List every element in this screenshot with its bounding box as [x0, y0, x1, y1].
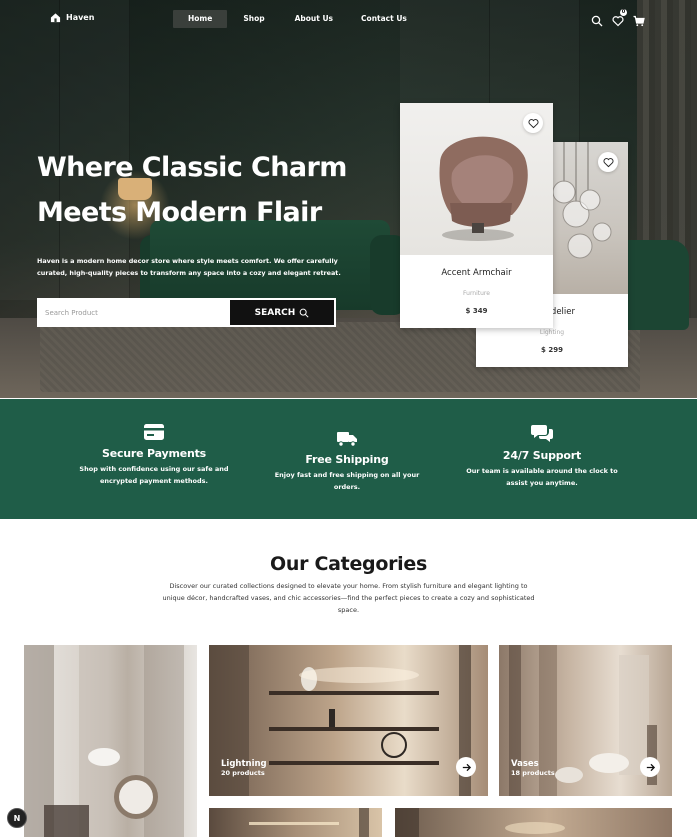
- product-price: $ 299: [541, 346, 563, 354]
- dev-tools-badge[interactable]: N: [7, 808, 27, 828]
- hero-title-line-1: Where Classic Charm: [37, 152, 347, 183]
- category-tile-accessories[interactable]: [24, 645, 197, 837]
- tile-count: 20 products: [221, 769, 265, 777]
- category-tile-furniture[interactable]: [209, 808, 382, 837]
- features-band: Secure Payments Shop with confidence usi…: [0, 399, 697, 519]
- heart-icon: [528, 118, 538, 128]
- nav-links: Home Shop About Us Contact Us: [173, 10, 419, 28]
- nav-link-home[interactable]: Home: [173, 10, 228, 28]
- nav-link-about[interactable]: About Us: [283, 10, 345, 28]
- nav-link-contact[interactable]: Contact Us: [349, 10, 419, 28]
- heart-icon: [603, 157, 613, 167]
- product-name: Accent Armchair: [441, 268, 512, 278]
- tile-label: Vases 18 products: [511, 759, 555, 777]
- feature-title: 24/7 Support: [502, 449, 582, 462]
- hero-title: Where Classic Charm Meets Modern Flair: [37, 145, 367, 235]
- search-icon[interactable]: [591, 12, 603, 27]
- truck-icon: [337, 432, 357, 447]
- product-search-bar: SEARCH: [37, 298, 336, 327]
- hero-description: Haven is a modern home decor store where…: [37, 257, 341, 277]
- tile-count: 18 products: [511, 769, 555, 777]
- tile-arrow-button[interactable]: [640, 757, 660, 777]
- tile-label: Lightning 20 products: [221, 759, 267, 777]
- favorite-button[interactable]: [523, 113, 543, 133]
- feature-support: 24/7 Support Our team is available aroun…: [456, 423, 628, 489]
- brand-logo[interactable]: Haven: [50, 12, 94, 23]
- nav-link-shop[interactable]: Shop: [231, 10, 276, 28]
- product-category: Lighting: [539, 329, 565, 336]
- category-tile-decor[interactable]: [395, 808, 672, 837]
- house-icon: [50, 13, 61, 23]
- search-icon: [299, 308, 309, 318]
- search-input[interactable]: [39, 300, 230, 325]
- tile-title: Lightning: [221, 759, 267, 769]
- nav-icons: 0: [591, 9, 645, 27]
- feature-title: Secure Payments: [101, 447, 207, 460]
- feature-text: Shop with confidence using our safe and …: [79, 465, 229, 485]
- favorite-button[interactable]: [598, 152, 618, 172]
- tile-title: Vases: [511, 759, 539, 769]
- product-card-armchair[interactable]: Accent Armchair Furniture $ 349: [400, 103, 553, 328]
- arrow-right-icon: [462, 763, 471, 771]
- feature-free-shipping: Free Shipping Enjoy fast and free shippi…: [262, 431, 432, 493]
- arrow-right-icon: [646, 763, 655, 771]
- feature-title: Free Shipping: [305, 453, 389, 466]
- category-tile-lightning[interactable]: Lightning 20 products: [209, 645, 488, 796]
- brand-name: Haven: [66, 13, 95, 22]
- category-tile-vases[interactable]: Vases 18 products: [499, 645, 672, 796]
- search-button-label: SEARCH: [254, 307, 296, 318]
- categories-title: Our Categories: [270, 553, 427, 575]
- cart-icon[interactable]: [633, 12, 645, 27]
- wishlist-heart-icon[interactable]: 0: [612, 9, 627, 27]
- feature-secure-payments: Secure Payments Shop with confidence usi…: [74, 423, 234, 487]
- search-button[interactable]: SEARCH: [230, 300, 334, 325]
- product-category: Furniture: [463, 290, 490, 297]
- feature-text: Our team is available around the clock t…: [466, 467, 618, 487]
- product-price: $ 349: [465, 307, 488, 315]
- credit-card-icon: [144, 424, 164, 440]
- hero-title-line-2: Meets Modern Flair: [37, 197, 322, 228]
- categories-description: Discover our curated collections designe…: [162, 582, 535, 614]
- tile-arrow-button[interactable]: [456, 757, 476, 777]
- feature-text: Enjoy fast and free shipping on all your…: [274, 471, 420, 491]
- top-navigation: Haven Home Shop About Us Contact Us 0: [0, 0, 697, 38]
- chat-bubbles-icon: [531, 425, 553, 442]
- wishlist-count-badge: 0: [620, 9, 627, 16]
